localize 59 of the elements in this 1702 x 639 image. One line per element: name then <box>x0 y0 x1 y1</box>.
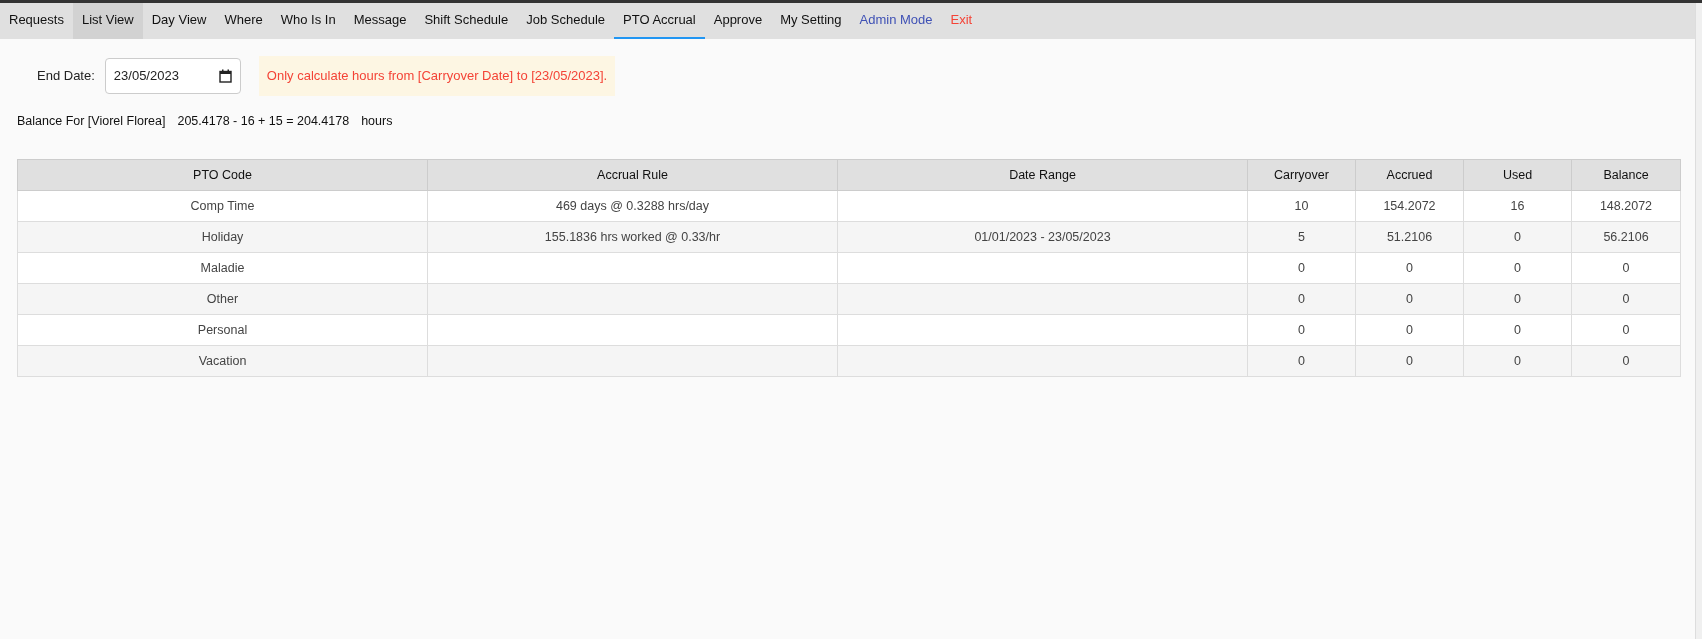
nav-tab[interactable]: My Setting <box>771 3 851 39</box>
table-cell: 0 <box>1571 345 1681 377</box>
table-cell: 51.2106 <box>1355 221 1464 253</box>
table-cell: Maladie <box>17 252 428 284</box>
table-cell: 155.1836 hrs worked @ 0.33/hr <box>427 221 838 253</box>
table-cell: 0 <box>1463 345 1572 377</box>
table-cell: 10 <box>1247 190 1356 222</box>
table-cell: 0 <box>1355 283 1464 315</box>
table-cell: 148.2072 <box>1571 190 1681 222</box>
column-header: PTO Code <box>17 159 428 191</box>
nav-tab[interactable]: Who Is In <box>271 3 345 39</box>
table-cell: 0 <box>1571 314 1681 346</box>
nav-tab[interactable]: Where <box>215 3 272 39</box>
table-cell: 5 <box>1247 221 1356 253</box>
balance-unit: hours <box>361 112 393 130</box>
table-cell: 0 <box>1247 345 1356 377</box>
column-header: Balance <box>1571 159 1681 191</box>
end-date-field[interactable]: 23/05/2023 <box>104 57 241 94</box>
nav-tab[interactable]: Shift Schedule <box>415 3 518 39</box>
column-header: Used <box>1463 159 1572 191</box>
table-cell: Vacation <box>17 345 428 377</box>
column-header: Accrual Rule <box>427 159 838 191</box>
balance-label: Balance For [Viorel Florea] <box>17 112 166 130</box>
table-cell: 16 <box>1463 190 1572 222</box>
balance-formula: 205.4178 - 16 + 15 = 204.4178 <box>177 112 350 130</box>
column-header: Carryover <box>1247 159 1356 191</box>
table-cell: Other <box>17 283 428 315</box>
nav-tab[interactable]: Message <box>344 3 416 39</box>
nav-tab[interactable]: Day View <box>142 3 216 39</box>
table-cell: Holiday <box>17 221 428 253</box>
end-date-label: End Date: <box>37 67 95 85</box>
notice-message: Only calculate hours from [Carryover Date] to [23/05/2023]. <box>258 56 616 96</box>
nav-tab[interactable]: PTO Accrual <box>614 3 705 39</box>
calendar-icon[interactable] <box>218 68 232 83</box>
table-cell: 0 <box>1247 283 1356 315</box>
table-cell: 0 <box>1571 252 1681 284</box>
table-cell: Comp Time <box>17 190 428 222</box>
table-cell: 0 <box>1571 283 1681 315</box>
table-cell: 154.2072 <box>1355 190 1464 222</box>
table-cell: 0 <box>1463 283 1572 315</box>
nav-tab[interactable]: Requests <box>0 3 73 39</box>
nav-tab[interactable]: List View <box>72 3 143 39</box>
table-cell: 01/01/2023 - 23/05/2023 <box>837 221 1248 253</box>
table-cell: 0 <box>1355 314 1464 346</box>
table-cell: 0 <box>1247 252 1356 284</box>
table-cell: 0 <box>1463 252 1572 284</box>
nav-tab[interactable]: Approve <box>704 3 772 39</box>
table-cell: 0 <box>1355 345 1464 377</box>
table-cell: 469 days @ 0.3288 hrs/day <box>427 190 838 222</box>
column-header: Date Range <box>837 159 1248 191</box>
table-cell: 0 <box>1355 252 1464 284</box>
nav-tab[interactable]: Job Schedule <box>517 3 614 39</box>
table-cell: 0 <box>1247 314 1356 346</box>
column-header: Accrued <box>1355 159 1464 191</box>
table-cell: 0 <box>1463 221 1572 253</box>
table-cell: Personal <box>17 314 428 346</box>
nav-tab[interactable]: Admin Mode <box>850 3 942 39</box>
table-cell: 56.2106 <box>1571 221 1681 253</box>
table-cell: 0 <box>1463 314 1572 346</box>
